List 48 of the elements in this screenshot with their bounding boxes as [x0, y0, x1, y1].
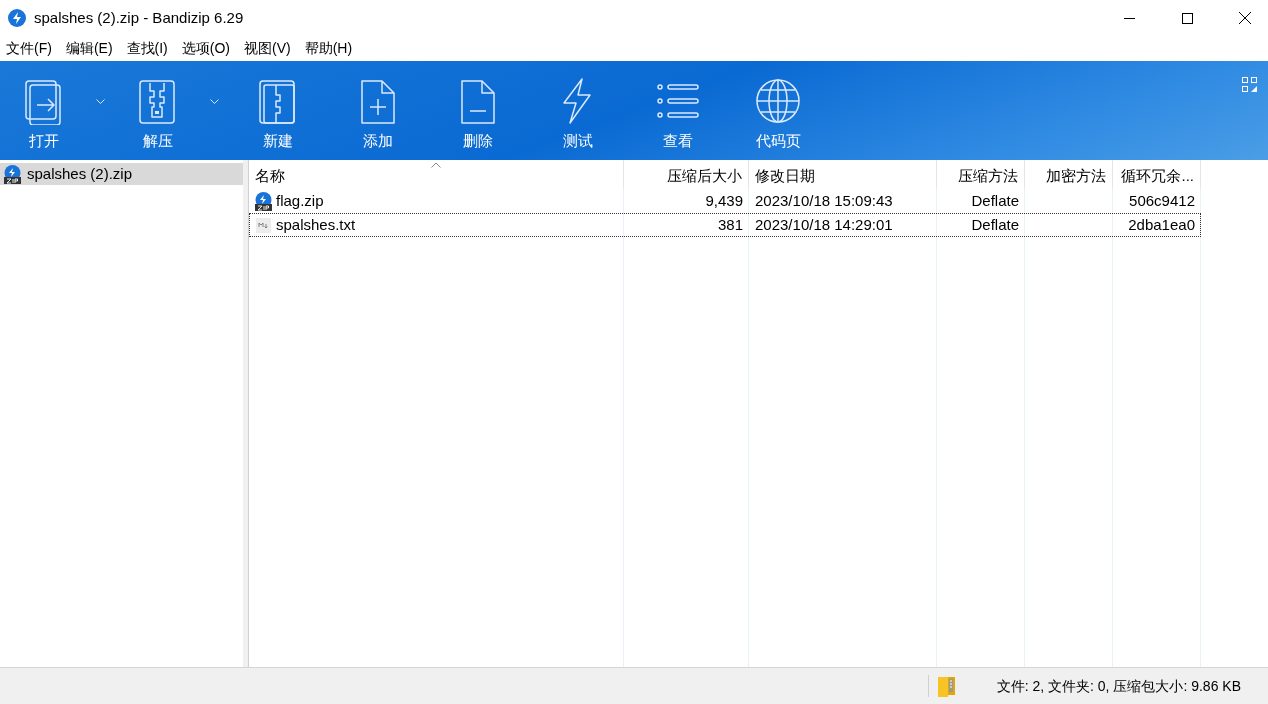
archive-folder-icon — [936, 675, 957, 697]
tree-item[interactable]: spalshes (2).zip — [0, 163, 243, 185]
chevron-down-icon — [210, 98, 219, 104]
menu-item[interactable]: 选项(O) — [181, 38, 230, 59]
table-cell-text: 9,439 — [705, 190, 743, 211]
status-text: 文件: 2, 文件夹: 0, 压缩包大小: 9.86 KB — [996, 676, 1241, 696]
column-header[interactable]: 循环冗余... — [1113, 160, 1201, 189]
file-row[interactable]: flag.zip 9,439 2023/10/18 15:09:43 Deflate 506c9412 — [249, 189, 1201, 213]
column-header[interactable]: 名称 — [249, 160, 624, 189]
globe-icon — [754, 77, 802, 125]
zip-file-icon — [3, 164, 22, 184]
table-cell-text: 381 — [717, 214, 743, 235]
chevron-down-icon — [96, 98, 105, 104]
toolbar-button[interactable]: 添加 — [328, 61, 428, 160]
menu-item[interactable]: 帮助(H) — [304, 38, 353, 59]
table-cell-text: Deflate — [971, 190, 1019, 211]
layout-button[interactable] — [1240, 75, 1258, 93]
toolbar-button[interactable]: 删除 — [428, 61, 528, 160]
app-logo-icon — [8, 9, 26, 27]
window-title: spalshes (2).zip - Bandizip 6.29 — [34, 7, 244, 28]
table-cell-text: 506c9412 — [1129, 190, 1195, 211]
menu-item[interactable]: 编辑(E) — [65, 38, 113, 59]
column-header[interactable]: 压缩后大小 — [624, 160, 749, 189]
menu-item[interactable]: 视图(V) — [244, 38, 291, 59]
menu-item[interactable]: 查找(I) — [126, 38, 168, 59]
minimize-icon — [1123, 17, 1135, 19]
file-name: spalshes.txt — [276, 214, 356, 235]
column-header[interactable]: 压缩方法 — [937, 160, 1025, 189]
maximize-icon — [1181, 12, 1193, 24]
column-header[interactable]: 修改日期 — [749, 160, 937, 189]
file-name: flag.zip — [276, 190, 324, 211]
table-cell-text: 2023/10/18 15:09:43 — [755, 190, 893, 211]
toolbar-button[interactable]: 新建 — [228, 61, 328, 160]
menu-item[interactable]: 文件(F) — [6, 38, 52, 59]
toolbar-button[interactable]: 代码页 — [728, 61, 828, 160]
column-header[interactable]: 加密方法 — [1025, 160, 1113, 189]
toolbar-button[interactable]: 解压 — [114, 61, 202, 160]
zip-file-icon — [254, 191, 273, 211]
toolbar-button[interactable]: 查看 — [628, 61, 728, 160]
close-icon — [1239, 12, 1251, 24]
toolbar-button[interactable]: 测试 — [528, 61, 628, 160]
grid-icon — [1241, 76, 1257, 92]
toolbar-button[interactable]: 打开 — [0, 61, 88, 160]
text-file-icon — [254, 215, 273, 235]
file-row[interactable]: spalshes.txt 381 2023/10/18 14:29:01 Deflate 2dba1ea0 — [249, 213, 1201, 237]
table-cell-text: Deflate — [971, 214, 1019, 235]
table-cell-text: 2023/10/18 14:29:01 — [755, 214, 893, 235]
table-cell-text: 2dba1ea0 — [1128, 214, 1195, 235]
